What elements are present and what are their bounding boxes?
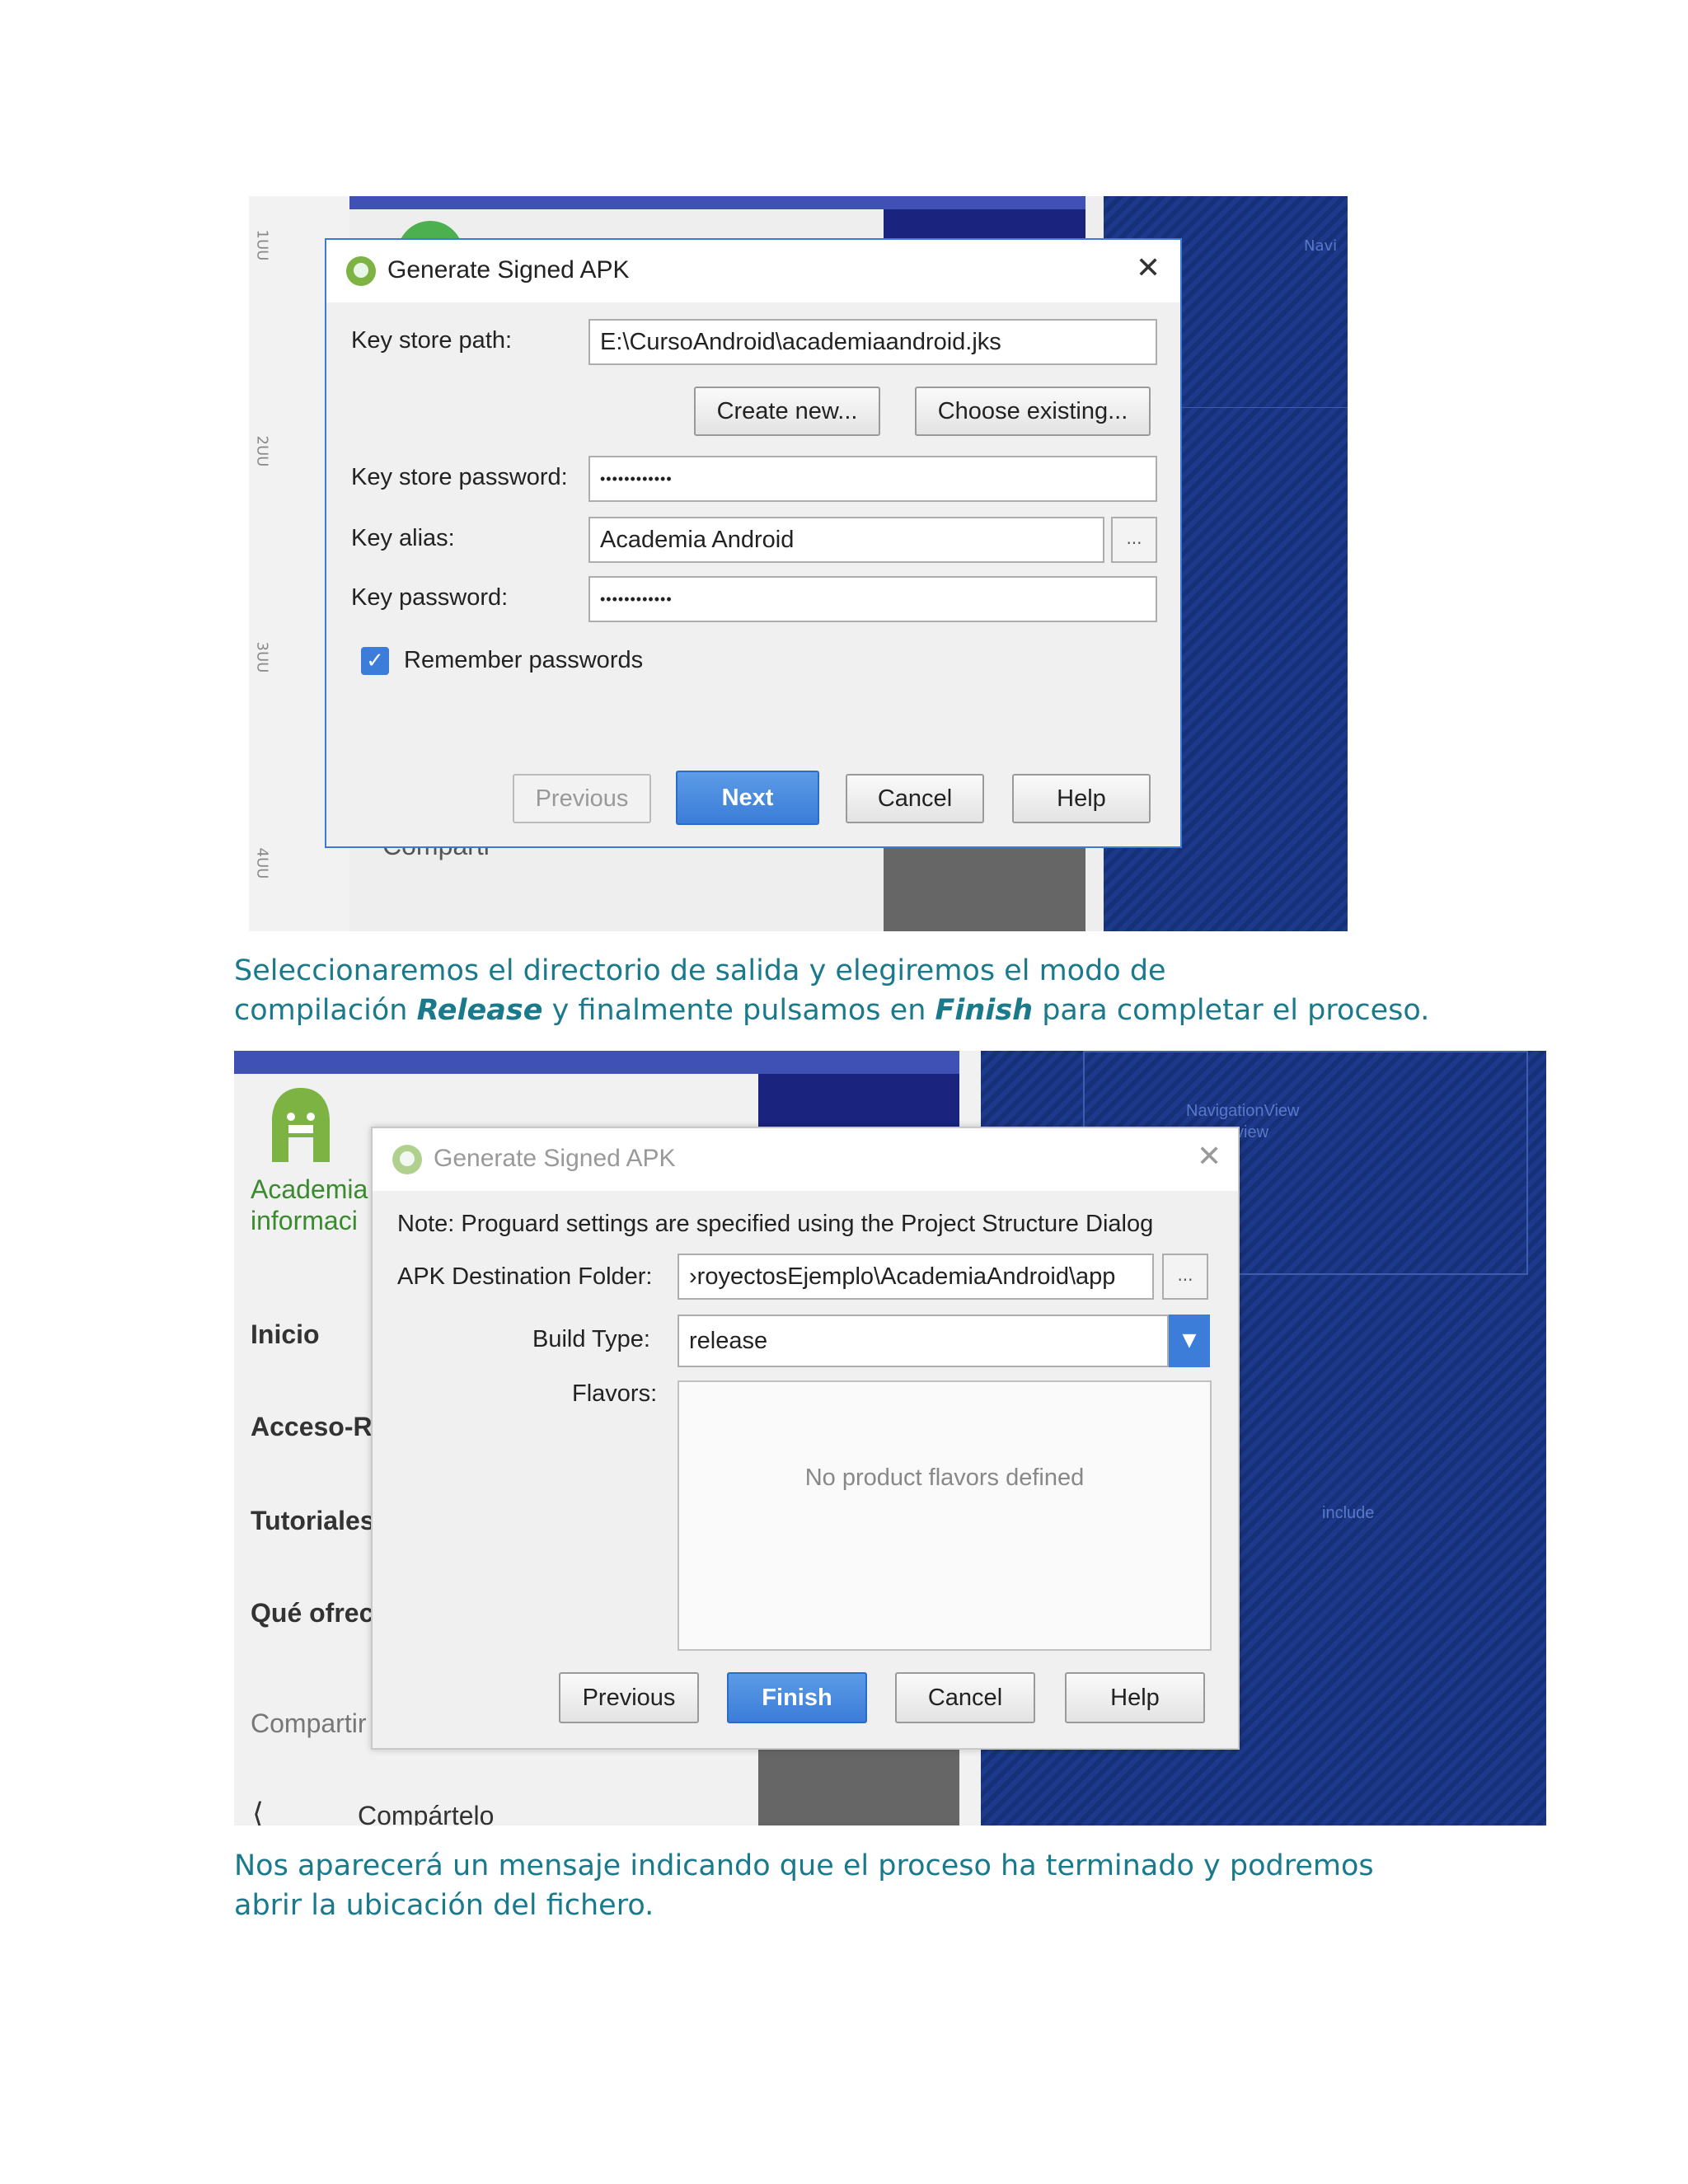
key-store-path-label: Key store path: [351, 327, 513, 354]
cancel-button[interactable]: Cancel [846, 774, 984, 823]
flavors-list[interactable]: No product flavors defined [678, 1380, 1212, 1651]
generate-signed-apk-dialog-step2: Generate Signed APK ✕ Note: Proguard set… [371, 1127, 1240, 1750]
ruler-mark: 2UU [253, 435, 271, 467]
toolbar-strip [349, 196, 1085, 209]
text-run: y finalmente pulsamos en [542, 994, 935, 1027]
key-password-label: Key password: [351, 584, 509, 611]
remember-passwords-checkbox[interactable]: ✓ [361, 647, 389, 675]
dialog-title: Generate Signed APK [387, 256, 630, 284]
finish-button[interactable]: Finish [727, 1672, 867, 1723]
paragraph-line: Seleccionaremos el directorio de salida … [234, 954, 1166, 987]
brand-line: informaci [251, 1206, 358, 1235]
key-alias-label: Key alias: [351, 525, 455, 551]
key-store-path-field[interactable]: E:\CursoAndroid\academiaandroid.jks [588, 319, 1157, 365]
ruler-mark: 4UU [253, 847, 271, 879]
close-icon[interactable]: ✕ [1136, 251, 1160, 285]
android-studio-icon [346, 256, 376, 286]
create-new-button[interactable]: Create new... [694, 387, 880, 436]
previous-button[interactable]: Previous [513, 774, 651, 823]
key-alias-browse-button[interactable]: ... [1111, 517, 1157, 563]
brand-line: Academia [251, 1174, 368, 1204]
dialog-titlebar: Generate Signed APK ✕ [326, 240, 1180, 302]
cancel-button[interactable]: Cancel [895, 1672, 1035, 1723]
sidebar-item-inicio: Inicio [251, 1319, 320, 1349]
android-studio-icon [392, 1145, 422, 1174]
next-button[interactable]: Next [676, 771, 819, 825]
emphasis-release: Release [416, 994, 543, 1027]
include-label: include [1322, 1504, 1375, 1522]
text-run: para completar el proceso. [1033, 994, 1430, 1027]
previous-button[interactable]: Previous [559, 1672, 699, 1723]
paragraph-line: Nos aparecerá un mensaje indicando que e… [234, 1849, 1374, 1882]
key-store-password-field[interactable]: •••••••••••• [588, 456, 1157, 502]
instruction-paragraph-2: Nos aparecerá un mensaje indicando que e… [234, 1846, 1374, 1925]
drawer-footer [884, 839, 1085, 931]
destination-folder-field[interactable]: ›royectosEjemplo\AcademiaAndroid\app [678, 1254, 1154, 1300]
dropdown-arrow-icon[interactable]: ▼ [1169, 1315, 1210, 1367]
choose-existing-button[interactable]: Choose existing... [915, 387, 1151, 436]
blueprint-label: Navi [1304, 237, 1338, 255]
destination-folder-label: APK Destination Folder: [397, 1263, 653, 1290]
ruler-mark: 1UU [253, 229, 271, 261]
destination-browse-button[interactable]: ... [1162, 1254, 1208, 1300]
academia-android-logo-icon [272, 1088, 330, 1162]
text-run: compilación [234, 994, 417, 1027]
paragraph-line: abrir la ubicación del fichero. [234, 1889, 654, 1922]
key-alias-field[interactable]: Academia Android [588, 517, 1104, 563]
key-password-field[interactable]: •••••••••••• [588, 576, 1157, 622]
sidebar-item-acceso: Acceso-R [251, 1412, 373, 1441]
help-button[interactable]: Help [1065, 1672, 1205, 1723]
sidebar-item-tutoriales: Tutoriales [251, 1506, 375, 1535]
dialog-title: Generate Signed APK [434, 1145, 676, 1172]
key-store-password-label: Key store password: [351, 464, 568, 490]
share-icon: ⟨ [252, 1797, 265, 1825]
build-type-label: Build Type: [532, 1326, 650, 1352]
emphasis-finish: Finish [935, 994, 1034, 1027]
flavors-label: Flavors: [572, 1380, 658, 1407]
help-button[interactable]: Help [1012, 774, 1151, 823]
share-header: Compartir [251, 1708, 367, 1738]
share-item: Compártelo [358, 1801, 495, 1825]
sidebar-item-que-ofrecemos: Qué ofrec [251, 1598, 374, 1628]
generate-signed-apk-dialog: Generate Signed APK ✕ Key store path: E:… [325, 238, 1182, 848]
close-icon[interactable]: ✕ [1197, 1140, 1221, 1174]
empty-flavors-message: No product flavors defined [804, 1465, 1085, 1491]
toolbar-strip [234, 1051, 959, 1074]
paragraph-line: compilación Release y finalmente pulsamo… [234, 991, 1429, 1030]
instruction-paragraph-1: Seleccionaremos el directorio de salida … [234, 951, 1429, 1030]
build-type-select[interactable]: release [678, 1315, 1169, 1367]
ruler-mark: 3UU [253, 641, 271, 673]
blueprint-label: NavigationView [1186, 1102, 1300, 1120]
remember-passwords-label: Remember passwords [404, 647, 644, 673]
dialog-titlebar: Generate Signed APK ✕ [373, 1128, 1238, 1191]
proguard-note: Note: Proguard settings are specified us… [397, 1211, 1154, 1237]
